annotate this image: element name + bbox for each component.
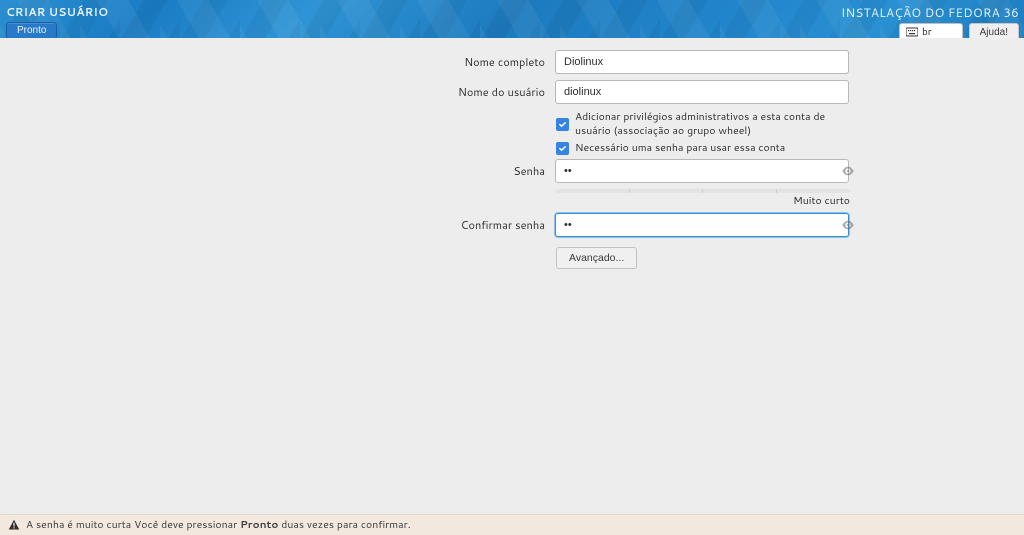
warning-text: A senha é muito curta Você deve pression…	[26, 518, 411, 532]
user-form: Nome completo Nome do usuário Adicionar …	[163, 50, 861, 269]
content: Nome completo Nome do usuário Adicionar …	[0, 38, 1024, 269]
fullname-input[interactable]	[555, 50, 849, 74]
confirm-password-label: Confirmar senha	[163, 217, 555, 233]
page-title: CRIAR USUÁRIO	[6, 4, 108, 20]
warning-bar: A senha é muito curta Você deve pression…	[0, 514, 1024, 535]
installer-title: INSTALAÇÃO DO FEDORA 36	[841, 4, 1019, 21]
password-row: Senha	[163, 159, 861, 183]
eye-icon[interactable]	[841, 218, 855, 232]
admin-checkbox-label: Adicionar privilégios administrativos a …	[575, 110, 861, 138]
warning-icon	[8, 519, 20, 531]
help-button[interactable]: Ajuda!	[969, 23, 1019, 38]
username-label: Nome do usuário	[163, 84, 555, 100]
admin-checkbox-row: Adicionar privilégios administrativos a …	[556, 110, 861, 138]
require-password-label: Necessário uma senha para usar essa cont…	[575, 141, 785, 155]
admin-checkbox[interactable]	[556, 118, 569, 131]
password-input[interactable]	[555, 159, 849, 183]
header-left: CRIAR USUÁRIO Pronto	[6, 4, 108, 38]
header-right: INSTALAÇÃO DO FEDORA 36 br Ajuda!	[841, 4, 1019, 38]
username-row: Nome do usuário	[163, 80, 861, 104]
fullname-label: Nome completo	[163, 54, 555, 70]
done-button[interactable]: Pronto	[6, 22, 57, 38]
password-strength-bar	[556, 189, 850, 193]
eye-icon[interactable]	[841, 164, 855, 178]
confirm-password-input[interactable]	[555, 213, 849, 237]
password-label: Senha	[163, 163, 555, 179]
password-strength-text: Muito curto	[556, 194, 850, 208]
warning-bold: Pronto	[240, 518, 278, 532]
warning-suffix: duas vezes para confirmar.	[278, 518, 410, 532]
confirm-password-row: Confirmar senha	[163, 213, 861, 237]
keyboard-layout-selector[interactable]: br	[899, 23, 963, 38]
require-password-checkbox[interactable]	[556, 142, 569, 155]
keyboard-icon	[906, 27, 918, 37]
warning-prefix: A senha é muito curta Você deve pression…	[26, 518, 240, 532]
header: CRIAR USUÁRIO Pronto INSTALAÇÃO DO FEDOR…	[0, 0, 1024, 38]
advanced-button[interactable]: Avançado...	[556, 247, 637, 269]
fullname-row: Nome completo	[163, 50, 861, 74]
keyboard-layout-label: br	[922, 25, 932, 38]
require-password-row: Necessário uma senha para usar essa cont…	[556, 141, 861, 155]
username-input[interactable]	[555, 80, 849, 104]
